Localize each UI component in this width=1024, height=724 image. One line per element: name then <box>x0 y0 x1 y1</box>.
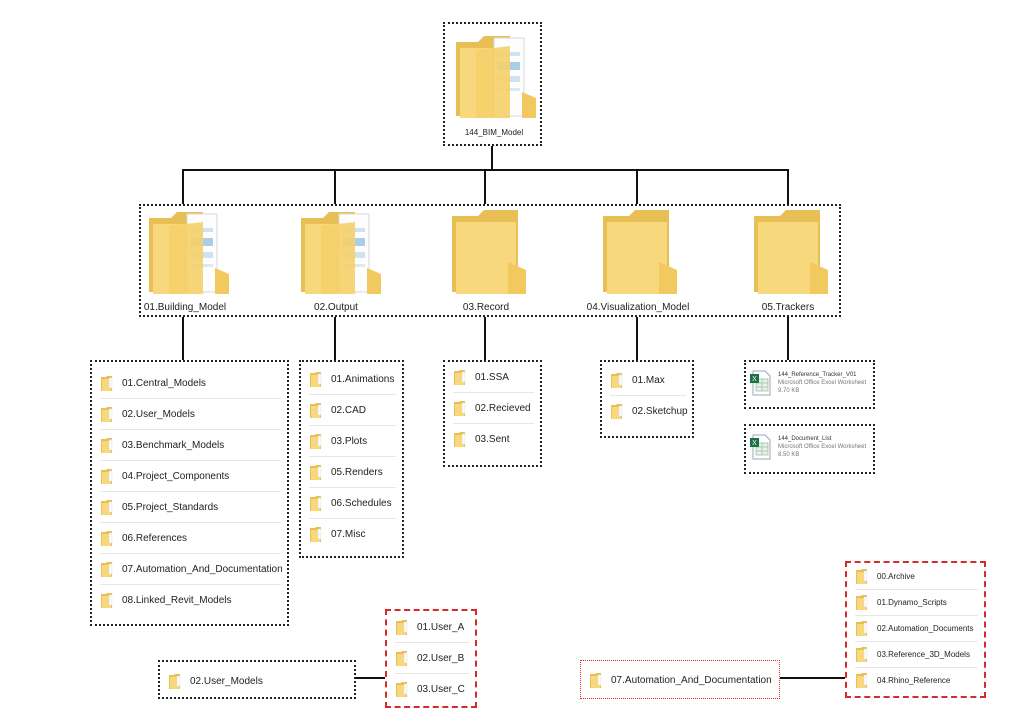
list-item[interactable]: 03.Benchmark_Models <box>100 430 281 461</box>
folder-icon <box>100 530 114 547</box>
folder-icon <box>855 646 869 663</box>
record-list: 01.SSA 02.Recieved 03.Sent <box>443 360 542 467</box>
folder-icon <box>599 208 683 296</box>
folder-label: 03.Record <box>462 302 510 313</box>
list-item[interactable]: 04.Rhino_Reference <box>855 667 978 693</box>
folder-label: 04.Visualization_Model <box>586 302 690 313</box>
folder-icon <box>309 371 323 388</box>
user-models-box[interactable]: 02.User_Models <box>158 660 356 699</box>
output-list: 01.Animations 02.CAD 03.Plots 05.Renders… <box>299 360 404 558</box>
folder-icon <box>100 406 114 423</box>
file-size: 9.70 KB <box>778 388 800 394</box>
folder-icon <box>100 592 114 609</box>
list-item[interactable]: 03.Sent <box>453 424 534 454</box>
folder-icon <box>309 433 323 450</box>
folder-icon <box>395 681 409 698</box>
automation-box[interactable]: 07.Automation_And_Documentation <box>580 660 780 699</box>
list-item[interactable]: 01.SSA <box>453 362 534 393</box>
folder-icon <box>168 673 182 690</box>
list-item[interactable]: 02.User_B <box>395 643 469 674</box>
folder-icon <box>453 431 467 448</box>
folder-label: 01.Building_Model <box>143 302 227 313</box>
list-item[interactable]: 04.Project_Components <box>100 461 281 492</box>
folder-icon <box>453 400 467 417</box>
file-name: 144_Document_List <box>778 436 832 442</box>
file-name: 144_Reference_Tracker_V01 <box>778 372 857 378</box>
tracker-file-2[interactable]: 144_Document_List Microsoft Office Excel… <box>744 424 875 474</box>
file-type: Microsoft Office Excel Worksheet <box>778 380 867 386</box>
visualization-list: 01.Max 02.Sketchup <box>600 360 694 438</box>
folder-icon <box>855 568 869 585</box>
root-folder-label: 144_BIM_Model <box>464 128 524 137</box>
list-item[interactable]: 07.Misc <box>309 519 396 549</box>
file-type: Microsoft Office Excel Worksheet <box>778 444 867 450</box>
folder-with-documents-icon <box>452 32 536 120</box>
list-item[interactable]: 01.Dynamo_Scripts <box>855 589 978 616</box>
automation-subfolders: 00.Archive 01.Dynamo_Scripts 02.Automati… <box>845 561 986 698</box>
folder-icon <box>100 437 114 454</box>
folder-icon <box>589 672 603 689</box>
list-item[interactable]: 02.User_Models <box>100 399 281 430</box>
folder-with-documents-icon <box>145 208 229 296</box>
folder-icon <box>855 594 869 611</box>
list-item[interactable]: 01.User_A <box>395 612 469 643</box>
folder-with-documents-icon <box>297 208 381 296</box>
list-item[interactable]: 07.Automation_And_Documentation <box>100 554 283 585</box>
folder-icon <box>453 369 467 386</box>
folder-icon <box>309 495 323 512</box>
list-item[interactable]: 05.Renders <box>309 457 396 488</box>
folder-icon <box>100 561 114 578</box>
list-item[interactable]: 01.Central_Models <box>100 368 281 399</box>
list-item[interactable]: 02.Recieved <box>453 393 534 424</box>
list-item[interactable]: 06.Schedules <box>309 488 396 519</box>
tracker-file-1[interactable]: 144_Reference_Tracker_V01 Microsoft Offi… <box>744 360 875 409</box>
folder-icon <box>395 650 409 667</box>
file-size: 8.50 KB <box>778 452 800 458</box>
folder-label: 02.Output <box>314 302 358 313</box>
folder-icon <box>395 619 409 636</box>
list-item[interactable]: 08.Linked_Revit_Models <box>100 585 281 615</box>
folder-icon <box>100 468 114 485</box>
list-item[interactable]: 01.Max <box>610 365 686 396</box>
folder-icon <box>448 208 532 296</box>
list-item[interactable]: 03.Plots <box>309 426 396 457</box>
folder-icon <box>309 526 323 543</box>
list-item[interactable]: 06.References <box>100 523 281 554</box>
folder-icon <box>610 372 624 389</box>
list-item[interactable]: 02.Sketchup <box>610 396 688 426</box>
folder-label: 05.Trackers <box>761 302 815 313</box>
folder-icon <box>610 403 624 420</box>
list-item[interactable]: 02.User_Models <box>168 666 348 696</box>
folder-icon <box>855 620 869 637</box>
list-item[interactable]: 01.Animations <box>309 364 396 395</box>
list-item[interactable]: 03.Reference_3D_Models <box>855 641 978 668</box>
folder-icon <box>309 464 323 481</box>
folder-icon <box>100 375 114 392</box>
list-item[interactable]: 05.Project_Standards <box>100 492 281 523</box>
list-item[interactable]: 07.Automation_And_Documentation <box>589 665 773 695</box>
folder-icon <box>855 672 869 689</box>
excel-file-icon <box>750 434 772 460</box>
user-models-subfolders: 01.User_A 02.User_B 03.User_C <box>385 609 477 708</box>
list-item[interactable]: 02.Automation_Documents <box>855 615 978 642</box>
list-item[interactable]: 02.CAD <box>309 395 396 426</box>
folder-icon <box>750 208 834 296</box>
list-item[interactable]: 03.User_C <box>395 674 469 704</box>
list-item[interactable]: 00.Archive <box>855 563 978 590</box>
excel-file-icon <box>750 370 772 396</box>
building-model-list: 01.Central_Models 02.User_Models 03.Benc… <box>90 360 289 626</box>
folder-icon <box>309 402 323 419</box>
folder-icon <box>100 499 114 516</box>
root-folder-box[interactable]: 144_BIM_Model <box>443 22 542 146</box>
